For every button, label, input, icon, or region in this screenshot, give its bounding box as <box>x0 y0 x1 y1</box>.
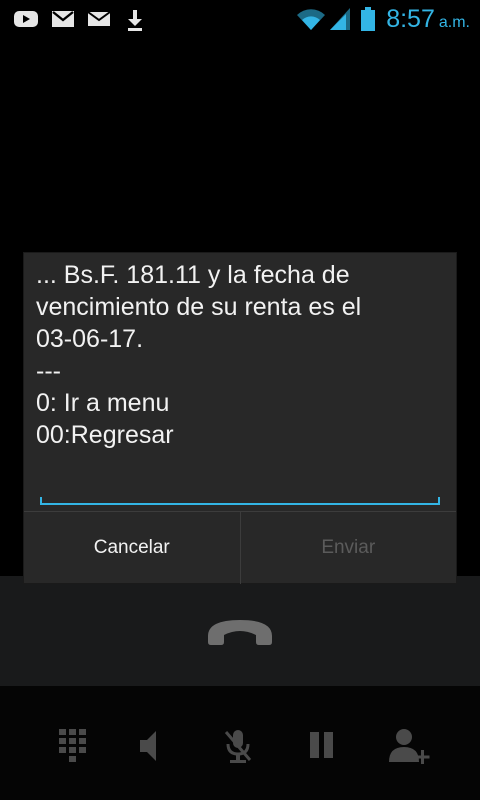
mute-mic-icon[interactable] <box>218 726 258 766</box>
ussd-dialog: ... Bs.F. 181.11 y la fecha de vencimien… <box>24 253 456 584</box>
phone-screen: 8:57 a.m. ... Bs.F. 181.11 y la fecha de… <box>0 0 480 800</box>
battery-icon <box>361 7 376 31</box>
status-bar-clock: 8:57 a.m. <box>386 5 470 34</box>
call-controls-bar <box>0 686 480 800</box>
hold-icon[interactable] <box>302 726 342 766</box>
status-bar: 8:57 a.m. <box>0 0 480 38</box>
end-call-icon[interactable] <box>204 614 276 648</box>
reply-input-underline <box>40 503 440 505</box>
gmail-icon <box>52 11 74 27</box>
signal-icon <box>330 8 351 30</box>
clock-suffix: a.m. <box>438 13 470 31</box>
input-tick-right <box>438 497 440 505</box>
dialpad-icon[interactable] <box>53 726 93 766</box>
reply-input[interactable] <box>40 469 440 501</box>
download-icon <box>128 10 142 31</box>
email-icon <box>87 11 111 26</box>
ussd-message: ... Bs.F. 181.11 y la fecha de vencimien… <box>36 261 362 449</box>
add-call-icon[interactable] <box>386 726 432 766</box>
input-tick-left <box>40 497 42 505</box>
cancel-button[interactable]: Cancelar <box>24 512 240 584</box>
speaker-icon[interactable] <box>130 726 170 766</box>
send-button[interactable]: Enviar <box>241 512 457 584</box>
wifi-icon <box>297 9 326 31</box>
clock-time: 8:57 <box>386 4 435 33</box>
dialog-button-bar: Cancelar Enviar <box>24 511 456 584</box>
status-bar-right: 8:57 a.m. <box>296 4 470 34</box>
youtube-icon <box>14 11 38 27</box>
